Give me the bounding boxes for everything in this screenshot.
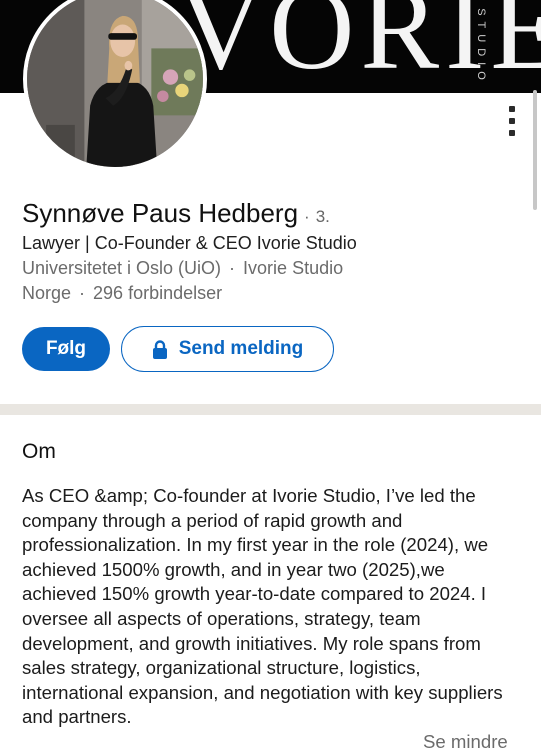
follow-label: Følg: [45, 338, 87, 359]
see-less-button[interactable]: Se mindre: [423, 731, 508, 750]
send-message-label: Send melding: [178, 338, 304, 359]
connections-count[interactable]: 296 forbindelser: [93, 283, 222, 303]
banner-side-text: STUDIO: [475, 7, 487, 86]
profile-name: Synnøve Paus Hedberg: [22, 198, 299, 228]
profile-education-company: Universitetet i Oslo (UiO) · Ivorie Studio: [22, 258, 343, 279]
profile-name-row: Synnøve Paus Hedberg · 3.: [22, 198, 330, 229]
vertical-dots-icon-dot: [509, 118, 515, 124]
vertical-dots-icon: [509, 106, 515, 112]
profile-location-connections: Norge · 296 forbindelser: [22, 283, 222, 304]
avatar-photo: [27, 0, 203, 167]
scrollbar-thumb[interactable]: [533, 90, 537, 210]
company-link[interactable]: Ivorie Studio: [243, 258, 343, 278]
profile-headline: Lawyer | Co-Founder & CEO Ivorie Studio: [22, 233, 357, 253]
avatar[interactable]: [23, 0, 207, 171]
follow-button[interactable]: Følg: [22, 327, 110, 371]
profile-page: VORIE STUDIO Synnøve Paus Hedberg · 3. L…: [0, 0, 541, 750]
section-divider: [0, 404, 541, 415]
profile-location: Norge: [22, 283, 72, 303]
lock-icon: [152, 339, 167, 359]
meta-separator: ·: [79, 283, 86, 303]
send-message-button[interactable]: Send melding: [121, 326, 334, 372]
vertical-dots-icon-dot: [509, 130, 515, 136]
about-title: Om: [22, 440, 56, 463]
education-link[interactable]: Universitetet i Oslo (UiO): [22, 258, 221, 278]
connection-degree: · 3.: [304, 207, 330, 227]
meta-separator: ·: [229, 258, 236, 278]
degree-separator: ·: [304, 207, 310, 226]
about-text: As CEO &amp; Co-founder at Ivorie Studio…: [22, 485, 503, 728]
more-options-button[interactable]: [500, 104, 524, 138]
degree-value: 3.: [315, 207, 330, 226]
